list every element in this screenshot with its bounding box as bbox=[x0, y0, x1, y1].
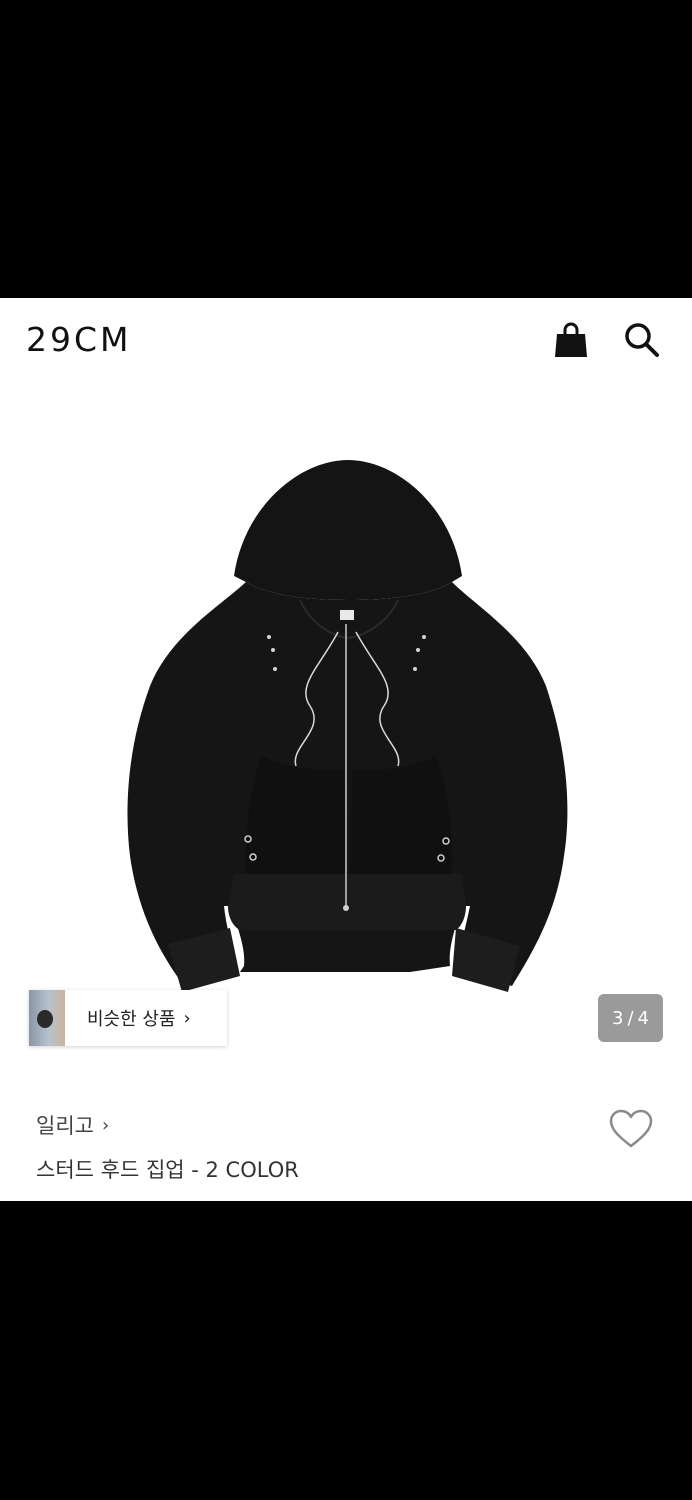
status-area-top bbox=[0, 0, 692, 298]
chevron-right-icon: › bbox=[183, 1007, 191, 1029]
app-logo[interactable]: 29CM bbox=[26, 320, 132, 359]
similar-products-button[interactable]: 비슷한 상품 › bbox=[29, 990, 227, 1046]
pager-current: 3 bbox=[612, 1007, 624, 1029]
status-area-bottom bbox=[0, 1201, 692, 1500]
cart-button[interactable] bbox=[551, 320, 591, 360]
brand-name: 일리고 bbox=[36, 1114, 94, 1138]
search-icon bbox=[625, 323, 659, 357]
search-button[interactable] bbox=[622, 320, 662, 360]
wishlist-button[interactable] bbox=[608, 1108, 654, 1150]
heart-outline-icon bbox=[609, 1109, 653, 1148]
similar-product-thumbnail bbox=[29, 990, 65, 1046]
brand-link[interactable]: 일리고 › bbox=[36, 1110, 109, 1140]
app-header: 29CM bbox=[0, 298, 692, 386]
similar-products-label: 비슷한 상품 bbox=[87, 1009, 176, 1030]
pager-total: 4 bbox=[637, 1007, 649, 1029]
product-title: 스터드 후드 집업 - 2 COLOR bbox=[36, 1158, 299, 1182]
shopping-bag-icon bbox=[555, 322, 587, 357]
pager-separator: / bbox=[627, 1007, 634, 1029]
product-screen: 29CM 비슷한 상품 › 3 / 4 일리고 › 스터드 후드 집업 - 2 … bbox=[0, 298, 692, 1201]
image-pager-indicator: 3 / 4 bbox=[598, 994, 663, 1042]
chevron-right-icon: › bbox=[101, 1114, 110, 1136]
